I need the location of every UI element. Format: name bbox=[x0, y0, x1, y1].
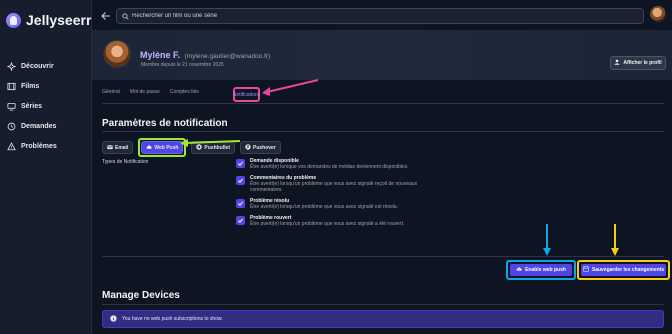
agent-webpush-button[interactable]: Web Push bbox=[141, 141, 184, 154]
back-arrow-icon[interactable] bbox=[100, 9, 112, 21]
notification-type-item: Commentaires du problème Être averti(e) … bbox=[236, 175, 536, 193]
pushover-icon bbox=[245, 143, 251, 152]
manage-devices-divider bbox=[102, 304, 664, 305]
notification-type-item: Problème résolu Être averti(e) lorsqu'un… bbox=[236, 198, 536, 210]
actions-divider bbox=[102, 256, 664, 257]
no-subscriptions-alert: You have no web push subscriptions to sh… bbox=[102, 310, 664, 328]
enable-webpush-button[interactable]: Enable web push bbox=[510, 264, 572, 276]
agent-label: Pushover bbox=[252, 144, 276, 151]
enable-webpush-label: Enable web push bbox=[525, 267, 566, 273]
notification-types-list: Demande disponible Être averti(e) lorsqu… bbox=[236, 158, 536, 232]
agent-pushover-button[interactable]: Pushover bbox=[239, 141, 281, 154]
checkbox-issue-reopened[interactable] bbox=[236, 216, 245, 225]
sidebar-item-label: Demandes bbox=[21, 122, 57, 130]
tab-notifications-label: Notifications bbox=[232, 91, 261, 98]
no-subscriptions-message: You have no web push subscriptions to sh… bbox=[122, 316, 223, 322]
tab-general[interactable]: Général bbox=[102, 89, 120, 95]
sidebar-item-label: Films bbox=[21, 82, 40, 90]
notification-type-desc: Être averti(e) lorsqu'un problème que vo… bbox=[250, 181, 418, 193]
save-changes-highlight: Sauvegarder les changements bbox=[577, 260, 670, 280]
save-changes-button[interactable]: Sauvegarder les changements bbox=[581, 264, 666, 276]
profile-name: Mylène F. bbox=[140, 50, 181, 60]
notification-agent-tabs: Email Web Push Pushbullet Pushover bbox=[102, 138, 281, 157]
user-icon bbox=[614, 59, 620, 67]
notification-type-desc: Être averti(e) lorsque vos demandes de m… bbox=[250, 164, 409, 170]
blue-arrow-annotation bbox=[543, 224, 551, 256]
settings-tabs: Général Mot de passe Comptes liés bbox=[102, 89, 199, 95]
email-icon bbox=[107, 144, 113, 152]
sidebar-nav: Découvrir Films Séries Demandes Problème… bbox=[0, 56, 92, 156]
profile-avatar bbox=[103, 40, 131, 68]
notification-type-desc: Être averti(e) lorsqu'un problème que vo… bbox=[250, 204, 398, 210]
app-name: Jellyseerr bbox=[26, 12, 92, 28]
agent-label: Web Push bbox=[154, 144, 179, 151]
checkbox-media-available[interactable] bbox=[236, 159, 245, 168]
tabs-divider bbox=[102, 103, 664, 104]
search-bar bbox=[116, 8, 644, 24]
view-profile-button[interactable]: Afficher le profil bbox=[610, 56, 666, 70]
cloud-icon bbox=[146, 144, 152, 152]
agent-webpush-highlight: Web Push bbox=[138, 138, 187, 157]
sidebar-item-label: Problèmes bbox=[21, 142, 57, 150]
sidebar-item-series[interactable]: Séries bbox=[0, 96, 92, 116]
sparkles-icon bbox=[7, 61, 16, 71]
profile-member-since: Membre depuis le 21 novembre 2025 bbox=[141, 62, 224, 68]
yellow-arrow-annotation bbox=[611, 224, 619, 256]
cloud-upload-icon bbox=[516, 266, 522, 274]
notification-types-label: Types de Notification bbox=[102, 159, 149, 165]
sidebar-item-films[interactable]: Films bbox=[0, 76, 92, 96]
agent-pushbullet-button[interactable]: Pushbullet bbox=[191, 141, 235, 154]
sidebar-item-label: Découvrir bbox=[21, 62, 54, 70]
profile-email: (mylene.gautier@wanadoo.fr) bbox=[184, 53, 271, 60]
save-icon bbox=[583, 266, 589, 274]
clock-icon bbox=[7, 122, 16, 131]
warning-icon bbox=[7, 141, 16, 151]
pink-arrow-annotation bbox=[262, 79, 319, 96]
sidebar-item-problemes[interactable]: Problèmes bbox=[0, 136, 92, 156]
section-divider bbox=[102, 131, 664, 132]
notification-type-item: Demande disponible Être averti(e) lorsqu… bbox=[236, 158, 536, 170]
tab-notifications[interactable]: Notifications bbox=[233, 87, 260, 102]
save-changes-label: Sauvegarder les changements bbox=[591, 267, 665, 273]
notification-type-desc: Être averti(e) lorsqu'un problème que vo… bbox=[250, 221, 405, 227]
tab-password[interactable]: Mot de passe bbox=[130, 89, 160, 95]
pushbullet-icon bbox=[196, 143, 203, 152]
notification-type-item: Problème rouvert Être averti(e) lorsqu'u… bbox=[236, 215, 536, 227]
profile-name-line: Mylène F. (mylene.gautier@wanadoo.fr) bbox=[140, 50, 270, 60]
film-icon bbox=[7, 82, 16, 91]
tab-linked-accounts[interactable]: Comptes liés bbox=[170, 89, 199, 95]
view-profile-label: Afficher le profil bbox=[623, 60, 662, 66]
info-icon bbox=[110, 314, 117, 324]
tv-icon bbox=[7, 102, 16, 111]
sidebar: Jellyseerr Découvrir Films Séries Demand… bbox=[0, 0, 92, 334]
manage-devices-title: Manage Devices bbox=[102, 290, 180, 301]
enable-webpush-highlight: Enable web push bbox=[506, 260, 576, 280]
top-bar bbox=[92, 0, 672, 30]
notification-settings-title: Paramètres de notification bbox=[102, 118, 228, 129]
sidebar-item-decouvrir[interactable]: Découvrir bbox=[0, 56, 92, 76]
sidebar-item-label: Séries bbox=[21, 102, 43, 110]
search-input[interactable] bbox=[132, 13, 622, 19]
app-logo[interactable]: Jellyseerr bbox=[6, 12, 91, 28]
jellyseerr-logo-icon bbox=[6, 12, 21, 28]
sidebar-item-demandes[interactable]: Demandes bbox=[0, 116, 92, 136]
checkbox-issue-comments[interactable] bbox=[236, 176, 245, 185]
agent-email-button[interactable]: Email bbox=[102, 141, 134, 154]
agent-label: Email bbox=[115, 144, 129, 151]
checkbox-issue-resolved[interactable] bbox=[236, 199, 245, 208]
agent-label: Pushbullet bbox=[204, 144, 230, 151]
search-icon bbox=[122, 7, 129, 25]
user-avatar[interactable] bbox=[650, 6, 666, 22]
